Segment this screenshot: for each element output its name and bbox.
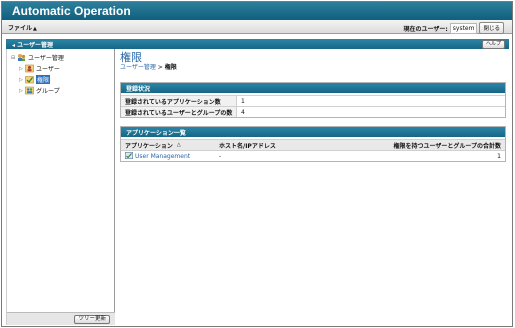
file-menu[interactable]: ファイル▲ (8, 23, 37, 32)
sort-ascending-icon: △ (176, 142, 181, 148)
panel-header: ◂ ユーザー管理 ヘルプ (6, 39, 509, 49)
column-header-host[interactable]: ホスト名/IPアドレス (215, 141, 325, 150)
status-value: 1 (241, 97, 245, 105)
users-icon (25, 64, 34, 73)
sidebar-footer: ツリー更新 (7, 312, 115, 325)
breadcrumb-separator: > (155, 64, 165, 71)
permission-icon (25, 75, 34, 84)
tree-item-label: ユーザー (36, 66, 60, 73)
application-icon (125, 151, 134, 161)
table-row[interactable]: User Management - 1 (121, 150, 505, 161)
panel-title-label: ユーザー管理 (17, 42, 53, 49)
tree-item-group[interactable]: ▷ グループ (11, 85, 64, 96)
navigation-tree: ⊟ ユーザー管理 ▷ ユーザー ▷ 権限 ▷ グループ (11, 52, 64, 96)
status-key: 登録されているアプリケーション数 (121, 96, 237, 106)
tree-item-label: 権限 (36, 75, 51, 84)
help-button[interactable]: ヘルプ (481, 40, 505, 49)
table-header: アプリケーション △ ホスト名/IPアドレス 権限を持つユーザーとグループの合計数 (121, 139, 505, 150)
current-user-name: system (449, 22, 478, 34)
cell-host: - (219, 152, 222, 160)
title-bar: Automatic Operation (2, 2, 512, 20)
app-window: Automatic Operation ファイル▲ 現在のユーザー: syste… (1, 1, 513, 327)
tree-refresh-button[interactable]: ツリー更新 (74, 315, 110, 324)
column-header-label: アプリケーション (125, 142, 173, 150)
menu-bar: ファイル▲ 現在のユーザー: system 閉じる (2, 20, 512, 34)
column-header-application[interactable]: アプリケーション △ (121, 141, 215, 150)
file-menu-label: ファイル (8, 25, 33, 32)
sidebar-tree-panel: ⊟ ユーザー管理 ▷ ユーザー ▷ 権限 ▷ グループ ツリー更新 (6, 49, 115, 325)
close-button[interactable]: 閉じる (479, 22, 504, 34)
breadcrumb-current: 権限 (164, 64, 177, 71)
user-admin-icon (17, 53, 26, 62)
tree-root-label: ユーザー管理 (28, 55, 64, 62)
collapse-arrow-icon: ◂ (12, 42, 16, 49)
tree-item-users[interactable]: ▷ ユーザー (11, 63, 64, 74)
application-list-section: アプリケーション一覧 アプリケーション △ ホスト名/IPアドレス 権限を持つユー… (120, 126, 506, 162)
status-value: 4 (241, 108, 245, 116)
status-row: 登録されているユーザーとグループの数 4 (121, 106, 505, 117)
menu-caret-icon: ▲ (33, 26, 37, 32)
registration-status-section: 登録状況 登録されているアプリケーション数 1 登録されているユーザーとグループ… (120, 82, 506, 118)
breadcrumb-link[interactable]: ユーザー管理 (120, 64, 156, 71)
cell-application: User Management (121, 151, 215, 161)
application-link[interactable]: User Management (135, 153, 190, 160)
column-header-count[interactable]: 権限を持つユーザーとグループの合計数 (325, 141, 505, 150)
section-heading: 登録状況 (121, 83, 505, 93)
tree-item-label: グループ (36, 88, 60, 95)
app-title: Automatic Operation (12, 4, 131, 18)
status-row: 登録されているアプリケーション数 1 (121, 95, 505, 106)
status-key: 登録されているユーザーとグループの数 (121, 107, 237, 117)
section-heading: アプリケーション一覧 (121, 127, 505, 137)
panel-title[interactable]: ◂ ユーザー管理 (12, 40, 53, 49)
current-user-label: 現在のユーザー: (403, 25, 448, 33)
tree-root[interactable]: ⊟ ユーザー管理 (11, 52, 64, 63)
breadcrumb: ユーザー管理 > 権限 (120, 62, 177, 71)
tree-item-permission[interactable]: ▷ 権限 (11, 74, 64, 85)
cell-count: 1 (497, 152, 501, 160)
main-content: 権限 ユーザー管理 > 権限 登録状況 登録されているアプリケーション数 1 登… (116, 49, 509, 325)
user-area: 現在のユーザー: system 閉じる (403, 22, 504, 34)
group-icon (25, 86, 34, 95)
